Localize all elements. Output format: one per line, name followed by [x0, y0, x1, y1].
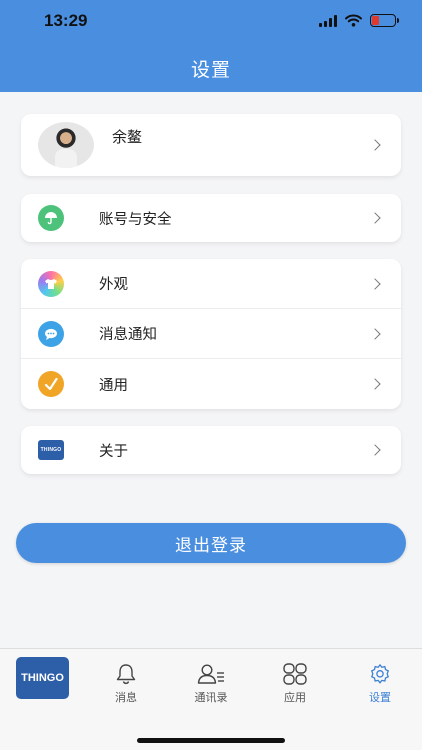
home-indicator	[137, 738, 285, 743]
menu-item-label: 关于	[99, 443, 128, 460]
tab-label: 应用	[284, 691, 306, 704]
chevron-right-icon	[369, 444, 381, 456]
chevron-right-icon	[369, 139, 381, 151]
chat-icon	[38, 320, 64, 347]
menu-item-notifications[interactable]: 消息通知	[21, 309, 401, 359]
menu-item-label: 账号与安全	[99, 211, 172, 228]
settings-group-card: 外观 消息通知 通用	[21, 259, 401, 409]
tab-settings[interactable]: 设置	[348, 663, 412, 707]
avatar	[38, 122, 94, 168]
chevron-right-icon	[369, 212, 381, 224]
account-security-card[interactable]: 账号与安全	[21, 194, 401, 242]
status-bar: 13:29	[0, 0, 422, 44]
menu-item-appearance[interactable]: 外观	[21, 259, 401, 309]
chevron-right-icon	[369, 378, 381, 390]
battery-level	[372, 16, 379, 25]
menu-item-account-security[interactable]: 账号与安全	[21, 194, 401, 242]
status-time: 13:29	[44, 11, 88, 30]
thingo-logo[interactable]: THINGO	[16, 657, 69, 699]
page-title: 设置	[190, 58, 231, 81]
tab-apps[interactable]: 应用	[263, 663, 327, 707]
tab-label: 设置	[369, 691, 391, 704]
battery-icon	[370, 14, 399, 27]
tshirt-icon	[38, 270, 64, 297]
apps-icon	[283, 663, 307, 685]
chevron-right-icon	[369, 327, 381, 340]
menu-item-label: 通用	[99, 377, 128, 394]
umbrella-icon	[38, 205, 64, 231]
signal-icon	[319, 14, 337, 27]
contacts-icon	[197, 664, 224, 684]
about-card[interactable]: THINGO 关于	[21, 426, 401, 474]
menu-item-about[interactable]: THINGO 关于	[21, 426, 401, 474]
logout-button[interactable]: 退出登录	[16, 523, 406, 563]
wifi-icon	[345, 14, 362, 27]
bell-icon	[116, 664, 136, 685]
menu-item-label: 外观	[99, 277, 128, 293]
tab-contacts[interactable]: 通讯录	[179, 663, 243, 707]
menu-item-label: 消息通知	[99, 327, 157, 343]
tab-messages[interactable]: 消息	[94, 663, 158, 707]
gear-icon	[371, 664, 389, 684]
check-icon	[38, 371, 64, 397]
profile-row[interactable]: 余鳌	[21, 114, 401, 176]
nav-bar: 设置	[0, 44, 422, 92]
menu-item-general[interactable]: 通用	[21, 359, 401, 409]
profile-card[interactable]: 余鳌	[21, 114, 401, 176]
thingo-logo: THINGO	[38, 440, 64, 460]
tab-bar: THINGO 消息 通讯录 应用 设置	[0, 648, 422, 750]
profile-name: 余鳌	[112, 128, 143, 146]
chevron-right-icon	[369, 277, 381, 290]
tab-label: 消息	[115, 691, 137, 704]
status-icons	[319, 14, 399, 27]
tab-label: 通讯录	[194, 691, 228, 704]
